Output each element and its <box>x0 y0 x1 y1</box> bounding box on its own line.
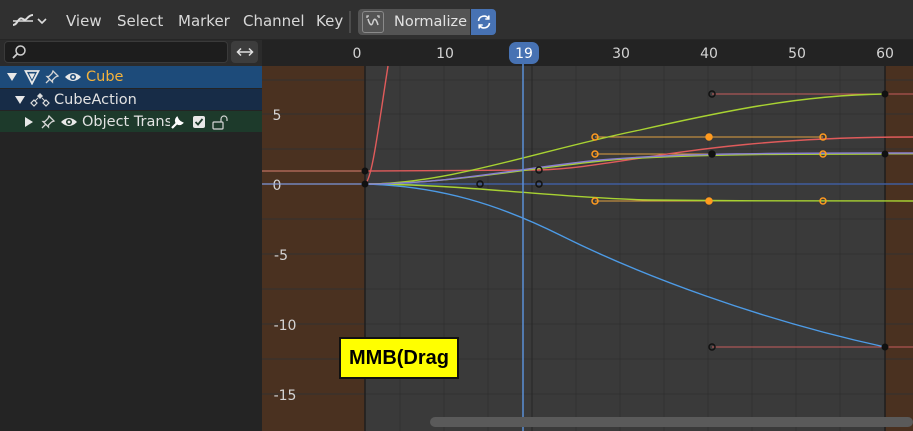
auto-normalize-toggle[interactable] <box>471 9 496 35</box>
frame-tick: 50 <box>788 46 806 62</box>
action-icon <box>30 92 50 107</box>
keyframe[interactable] <box>881 90 889 98</box>
channel-search-input[interactable] <box>4 41 228 63</box>
frame-tick: 0 <box>353 46 362 62</box>
normalize-group: Normalize <box>358 9 496 35</box>
normalize-button[interactable]: Normalize <box>358 9 470 35</box>
arrows-horizontal-icon <box>235 47 254 57</box>
keyframe[interactable] <box>881 150 889 158</box>
mouse-hint-text: MMB(Drag <box>349 346 449 369</box>
value-tick: -5 <box>274 248 288 264</box>
menu-view[interactable]: View <box>66 10 102 32</box>
eye-icon[interactable] <box>64 70 82 84</box>
frame-tick: 10 <box>436 46 454 62</box>
normalize-icon <box>362 11 384 33</box>
pin-icon[interactable] <box>40 114 56 130</box>
menu-key[interactable]: Key <box>316 10 343 32</box>
pin-icon[interactable] <box>44 69 60 85</box>
menu-marker[interactable]: Marker <box>178 10 230 32</box>
unlock-icon[interactable] <box>212 114 230 130</box>
refresh-icon <box>477 15 490 29</box>
frame-tick: 30 <box>612 46 630 62</box>
graph-editor-header: View Select Marker Channel Key Normalize <box>0 0 913 40</box>
channel-region: Cube CubeAction Object Transf <box>0 66 262 431</box>
keyframe[interactable] <box>361 180 369 188</box>
expand-right-icon[interactable] <box>24 116 34 128</box>
group-name: Object Transf <box>82 113 170 130</box>
menu-select[interactable]: Select <box>117 10 163 32</box>
current-frame-label: 19 <box>515 46 533 62</box>
value-tick: -10 <box>274 318 297 334</box>
mesh-object-icon <box>24 70 40 85</box>
keyframe-selected[interactable] <box>705 197 713 205</box>
keyframe[interactable] <box>708 150 716 158</box>
chevron-down-icon <box>37 18 47 25</box>
menu-channel[interactable]: Channel <box>243 10 305 32</box>
object-name: Cube <box>86 69 124 85</box>
frame-tick: 60 <box>876 46 894 62</box>
horizontal-scrollbar[interactable] <box>430 417 913 427</box>
action-name: CubeAction <box>54 91 137 108</box>
wrench-icon[interactable] <box>170 114 186 130</box>
keyframe-selected[interactable] <box>705 133 713 141</box>
out-of-range-end <box>885 66 913 431</box>
editor-type-selector[interactable] <box>6 8 52 34</box>
checkbox-icon[interactable] <box>192 115 206 129</box>
expand-down-icon[interactable] <box>14 95 26 105</box>
channel-action-row[interactable]: CubeAction <box>0 89 262 110</box>
channel-group-row[interactable]: Object Transf <box>0 111 262 132</box>
value-tick: 5 <box>273 108 282 124</box>
filter-swap-button[interactable] <box>231 41 258 63</box>
expand-down-icon[interactable] <box>6 72 18 82</box>
keyframe[interactable] <box>361 167 369 175</box>
channel-object-row[interactable]: Cube <box>0 66 262 88</box>
value-tick: -15 <box>274 388 297 404</box>
mouse-hint-overlay: MMB(Drag <box>339 337 459 379</box>
header-separator <box>349 11 351 33</box>
channel-filter-row <box>0 40 262 66</box>
keyframe[interactable] <box>881 343 889 351</box>
eye-icon[interactable] <box>60 115 78 129</box>
graph-editor-icon <box>12 14 34 26</box>
search-icon <box>11 44 27 64</box>
frame-tick: 40 <box>700 46 718 62</box>
value-tick: 0 <box>273 178 282 194</box>
normalize-label: Normalize <box>394 14 468 30</box>
